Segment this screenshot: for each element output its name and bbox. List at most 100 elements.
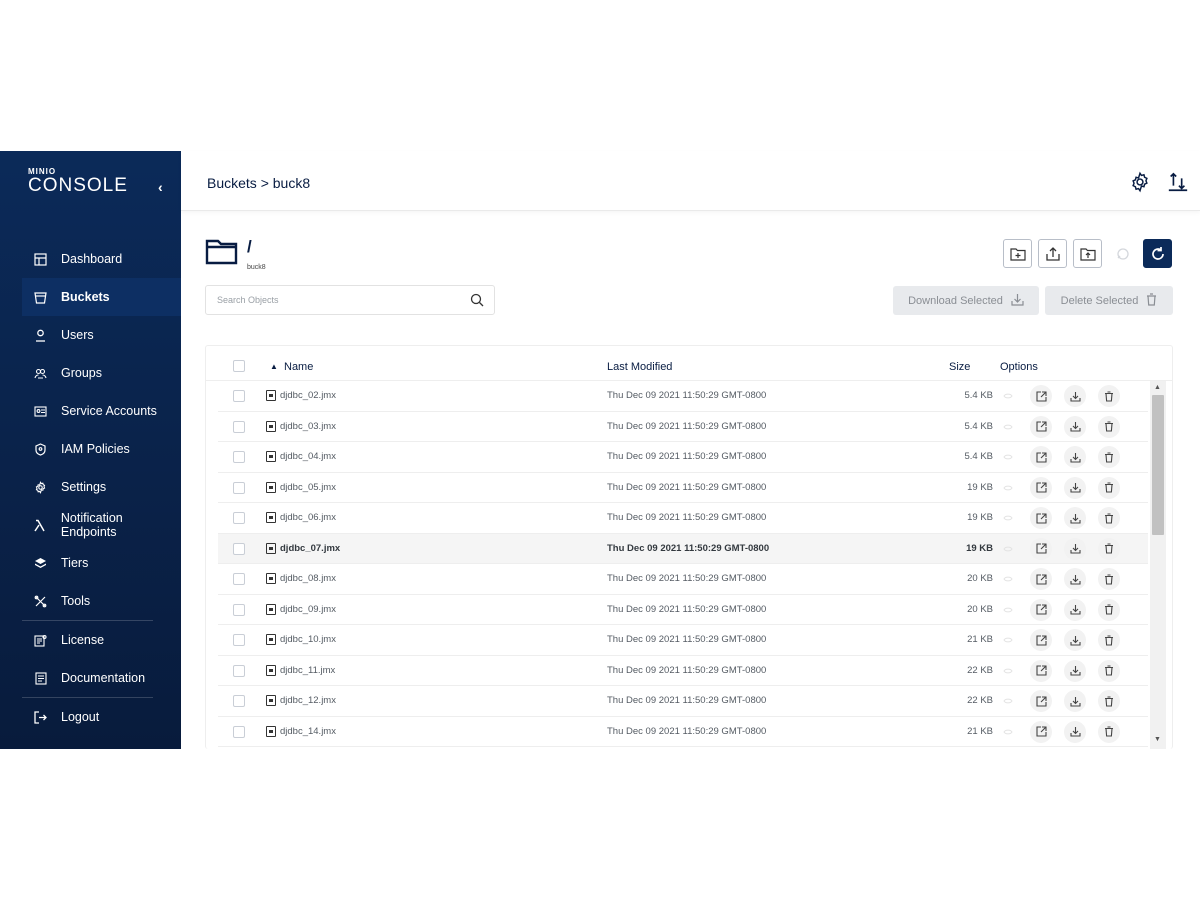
row-checkbox[interactable] <box>233 603 245 616</box>
upload-file-button[interactable] <box>1038 239 1067 268</box>
trash-icon[interactable] <box>1098 568 1120 590</box>
share-icon[interactable] <box>1030 659 1052 682</box>
rewind-button[interactable] <box>1108 239 1137 268</box>
trash-icon[interactable] <box>1098 537 1120 560</box>
share-icon[interactable] <box>1030 446 1052 468</box>
download-icon[interactable] <box>1064 568 1086 590</box>
table-row[interactable]: djdbc_07.jmx Thu Dec 09 2021 11:50:29 GMT… <box>218 533 1148 564</box>
sidebar-item-documentation[interactable]: Documentation <box>22 659 181 697</box>
table-row[interactable]: djdbc_12.jmx Thu Dec 09 2021 11:50:29 GMT… <box>218 686 1148 717</box>
row-checkbox[interactable] <box>233 481 245 494</box>
download-icon[interactable] <box>1064 690 1086 712</box>
file-name-cell[interactable]: djdbc_04.jmx <box>266 451 336 462</box>
table-row[interactable]: djdbc_04.jmx Thu Dec 09 2021 11:50:29 GMT… <box>218 442 1148 473</box>
share-icon[interactable] <box>1030 690 1052 712</box>
download-icon[interactable] <box>1064 385 1086 407</box>
sidebar-item-tools[interactable]: Tools <box>22 582 181 620</box>
preview-icon[interactable] <box>997 385 1019 407</box>
table-row[interactable]: djdbc_02.jmx Thu Dec 09 2021 11:50:29 GMT… <box>218 381 1148 412</box>
search-input[interactable] <box>217 295 457 305</box>
download-icon[interactable] <box>1064 476 1086 499</box>
sidebar-item-tiers[interactable]: Tiers <box>22 544 181 582</box>
preview-icon[interactable] <box>997 660 1019 682</box>
column-header-size[interactable]: Size <box>949 361 970 373</box>
table-row[interactable]: djdbc_14.jmx Thu Dec 09 2021 11:50:29 GMT… <box>218 717 1148 747</box>
file-name-cell[interactable]: djdbc_06.jmx <box>266 512 336 523</box>
file-name-cell[interactable]: djdbc_10.jmx <box>266 634 336 645</box>
row-checkbox[interactable] <box>233 573 245 585</box>
select-all-checkbox[interactable] <box>233 360 245 372</box>
table-row[interactable]: djdbc_06.jmx Thu Dec 09 2021 11:50:29 GMT… <box>218 503 1148 534</box>
share-icon[interactable] <box>1030 476 1052 499</box>
download-icon[interactable] <box>1064 659 1086 682</box>
upload-download-icon[interactable] <box>1167 171 1189 193</box>
sidebar-item-license[interactable]: License <box>22 621 181 659</box>
table-row[interactable]: djdbc_09.jmx Thu Dec 09 2021 11:50:29 GMT… <box>218 595 1148 625</box>
create-folder-button[interactable] <box>1003 239 1032 268</box>
column-header-name[interactable]: Name <box>284 361 313 373</box>
preview-icon[interactable] <box>997 446 1019 468</box>
download-selected-button[interactable]: Download Selected <box>893 286 1039 315</box>
column-header-last-modified[interactable]: Last Modified <box>607 361 672 373</box>
preview-icon[interactable] <box>997 599 1019 621</box>
collapse-sidebar-button[interactable]: ‹ <box>158 179 163 195</box>
breadcrumb[interactable]: Buckets > buck8 <box>207 175 310 191</box>
file-name-cell[interactable]: djdbc_07.jmx <box>266 542 340 554</box>
trash-icon[interactable] <box>1098 629 1120 651</box>
download-icon[interactable] <box>1064 507 1086 529</box>
download-icon[interactable] <box>1064 446 1086 468</box>
download-icon[interactable] <box>1064 415 1086 438</box>
row-checkbox[interactable] <box>233 390 245 402</box>
sort-asc-icon[interactable]: ▲ <box>270 362 278 371</box>
file-name-cell[interactable]: djdbc_09.jmx <box>266 603 336 615</box>
row-checkbox[interactable] <box>233 695 245 707</box>
refresh-button[interactable] <box>1143 239 1172 268</box>
trash-icon[interactable] <box>1098 598 1120 621</box>
row-checkbox[interactable] <box>233 634 245 646</box>
preview-icon[interactable] <box>997 690 1019 712</box>
trash-icon[interactable] <box>1098 720 1120 743</box>
preview-icon[interactable] <box>997 416 1019 438</box>
share-icon[interactable] <box>1030 629 1052 651</box>
delete-selected-button[interactable]: Delete Selected <box>1045 286 1173 315</box>
preview-icon[interactable] <box>997 568 1019 590</box>
table-row[interactable]: djdbc_03.jmx Thu Dec 09 2021 11:50:29 GMT… <box>218 412 1148 442</box>
table-scrollbar[interactable]: ▲ ▼ <box>1150 381 1166 749</box>
share-icon[interactable] <box>1030 507 1052 529</box>
download-icon[interactable] <box>1064 629 1086 651</box>
share-icon[interactable] <box>1030 537 1052 560</box>
preview-icon[interactable] <box>997 507 1019 529</box>
gear-icon[interactable] <box>1129 171 1151 193</box>
sidebar-item-logout[interactable]: Logout <box>22 698 181 736</box>
download-icon[interactable] <box>1064 537 1086 560</box>
search-icon[interactable] <box>470 293 484 312</box>
sidebar-item-dashboard[interactable]: Dashboard <box>22 240 181 278</box>
share-icon[interactable] <box>1030 385 1052 407</box>
row-checkbox[interactable] <box>233 420 245 433</box>
trash-icon[interactable] <box>1098 385 1120 407</box>
upload-folder-button[interactable] <box>1073 239 1102 268</box>
scroll-up-icon[interactable]: ▲ <box>1154 384 1161 391</box>
trash-icon[interactable] <box>1098 690 1120 712</box>
table-row[interactable]: djdbc_08.jmx Thu Dec 09 2021 11:50:29 GMT… <box>218 564 1148 595</box>
trash-icon[interactable] <box>1098 659 1120 682</box>
sidebar-item-groups[interactable]: Groups <box>22 354 181 392</box>
sidebar-item-settings[interactable]: Settings <box>22 468 181 506</box>
scroll-down-icon[interactable]: ▼ <box>1154 736 1161 743</box>
file-name-cell[interactable]: djdbc_03.jmx <box>266 420 336 432</box>
download-icon[interactable] <box>1064 598 1086 621</box>
table-row[interactable]: djdbc_10.jmx Thu Dec 09 2021 11:50:29 GMT… <box>218 625 1148 656</box>
download-icon[interactable] <box>1064 720 1086 743</box>
preview-icon[interactable] <box>997 721 1019 743</box>
table-row[interactable]: djdbc_11.jmx Thu Dec 09 2021 11:50:29 GMT… <box>218 656 1148 686</box>
sidebar-item-users[interactable]: Users <box>22 316 181 354</box>
row-checkbox[interactable] <box>233 725 245 738</box>
file-name-cell[interactable]: djdbc_14.jmx <box>266 725 336 737</box>
file-name-cell[interactable]: djdbc_02.jmx <box>266 390 336 401</box>
table-row[interactable]: djdbc_05.jmx Thu Dec 09 2021 11:50:29 GMT… <box>218 473 1148 503</box>
trash-icon[interactable] <box>1098 476 1120 499</box>
row-checkbox[interactable] <box>233 512 245 524</box>
preview-icon[interactable] <box>997 629 1019 651</box>
share-icon[interactable] <box>1030 598 1052 621</box>
file-name-cell[interactable]: djdbc_05.jmx <box>266 481 336 493</box>
